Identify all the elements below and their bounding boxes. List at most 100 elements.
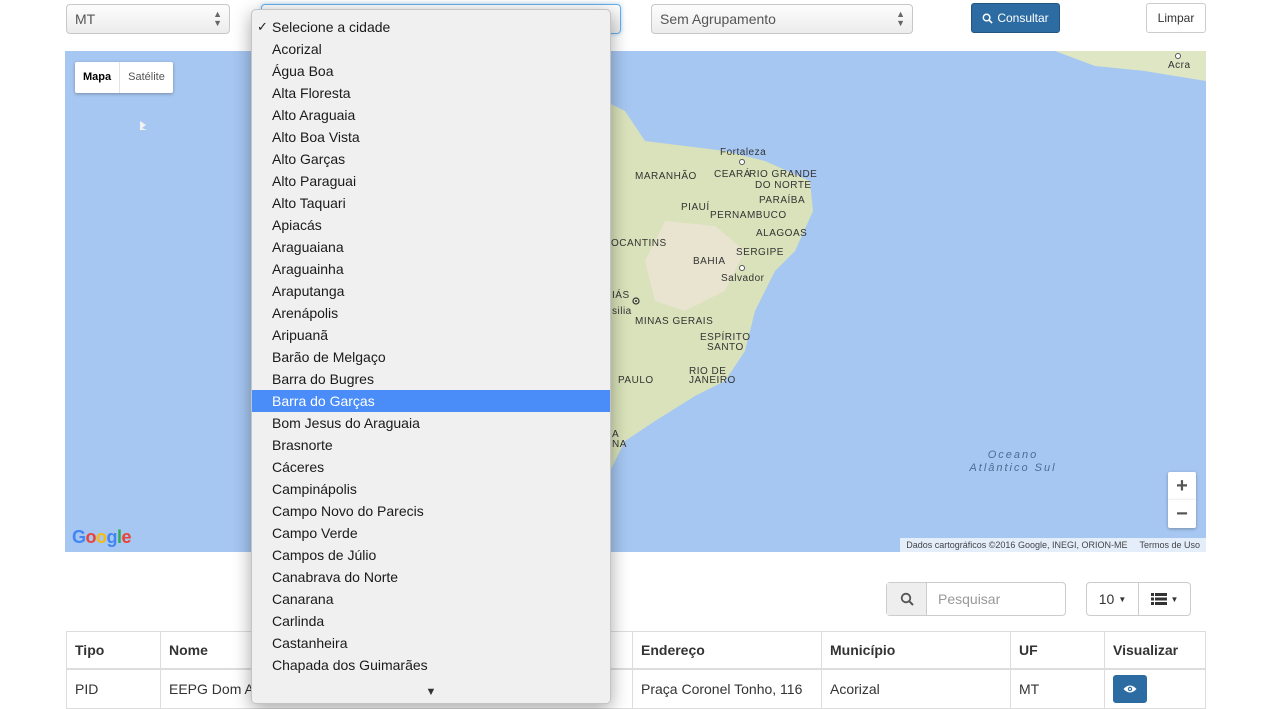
city-option[interactable]: Chapada dos Guimarães	[252, 654, 610, 676]
map-landmass	[140, 51, 1206, 552]
zoom-in-button[interactable]: +	[1168, 472, 1196, 500]
city-option-label: Campo Novo do Parecis	[272, 503, 424, 519]
map-label-rn-1: RIO GRANDE	[749, 169, 818, 180]
city-option[interactable]: Brasnorte	[252, 434, 610, 456]
city-option-label: Canarana	[272, 591, 334, 607]
uf-select[interactable]: MT ▲ ▼	[66, 4, 230, 34]
city-option-label: Araguainha	[272, 261, 344, 277]
city-option[interactable]: Aripuanã	[252, 324, 610, 346]
map-label-brasilia: silia	[612, 306, 632, 317]
consultar-button[interactable]: Consultar	[971, 3, 1060, 33]
city-option-label: Campinápolis	[272, 481, 357, 497]
city-option-label: Selecione a cidade	[272, 19, 391, 35]
map-label-ceara: CEARÁ	[714, 169, 751, 180]
map-label-pernambuco: PERNAMBUCO	[710, 210, 787, 221]
city-option[interactable]: Apiacás	[252, 214, 610, 236]
page-size-value: 10	[1098, 591, 1115, 607]
map-type-control[interactable]: Mapa Satélite	[75, 62, 173, 93]
city-option[interactable]: Alto Taquari	[252, 192, 610, 214]
check-icon: ✓	[257, 19, 268, 34]
zoom-out-button[interactable]: −	[1168, 500, 1196, 528]
city-option[interactable]: ✓ Selecione a cidade	[252, 16, 610, 38]
select-arrows-icon: ▲▼	[896, 9, 905, 28]
map-label-piaui: PIAUÍ	[681, 202, 710, 213]
select-arrows-icon: ▲▼	[213, 9, 222, 28]
city-option-label: Araputanga	[272, 283, 345, 299]
city-option-label: Canabrava do Norte	[272, 569, 399, 585]
columns-toggle-button[interactable]: ▼	[1138, 582, 1191, 616]
view-button[interactable]	[1113, 675, 1147, 703]
city-option[interactable]: Campo Verde	[252, 522, 610, 544]
city-option[interactable]: Alta Floresta	[252, 82, 610, 104]
map-label-paraiba: PARAÍBA	[759, 195, 806, 206]
city-option-label: Arenápolis	[272, 305, 339, 321]
city-option[interactable]: Canarana	[252, 588, 610, 610]
map-label-bahia: BAHIA	[693, 256, 726, 267]
city-option[interactable]: Araguainha	[252, 258, 610, 280]
city-option[interactable]: Carlinda	[252, 610, 610, 632]
map-terms-link[interactable]: Termos de Uso	[1139, 540, 1200, 550]
column-header-endereco[interactable]: Endereço	[632, 631, 822, 670]
city-option[interactable]: Bom Jesus do Araguaia	[252, 412, 610, 434]
map-label-sergipe: SERGIPE	[736, 247, 784, 258]
city-option[interactable]: Campo Novo do Parecis	[252, 500, 610, 522]
city-option[interactable]: Barra do Garças	[252, 390, 610, 412]
map-type-map-button[interactable]: Mapa	[75, 62, 121, 93]
city-option[interactable]: Campos de Júlio	[252, 544, 610, 566]
city-option[interactable]: Campinápolis	[252, 478, 610, 500]
map-label-alagoas: ALAGOAS	[756, 228, 808, 239]
city-option-label: Araguaiana	[272, 239, 344, 255]
list-icon	[1150, 593, 1167, 605]
map-type-satellite-button[interactable]: Satélite	[120, 62, 173, 93]
table-header-row: Tipo Nome Endereço Município UF Visualiz…	[66, 631, 1206, 670]
city-option[interactable]: Barão de Melgaço	[252, 346, 610, 368]
city-option[interactable]: Alto Boa Vista	[252, 126, 610, 148]
city-option[interactable]: Barra do Bugres	[252, 368, 610, 390]
city-option-label: Chapada dos Guimarães	[272, 657, 428, 673]
city-option[interactable]: Castanheira	[252, 632, 610, 654]
city-option-label: Barra do Bugres	[272, 371, 374, 387]
city-option[interactable]: Canabrava do Norte	[252, 566, 610, 588]
city-option[interactable]: Araputanga	[252, 280, 610, 302]
map-label-salvador: Salvador	[721, 273, 765, 284]
city-dropdown-list[interactable]: ✓ Selecione a cidade Acorizal Água Boa Alta …	[251, 9, 611, 704]
city-option-label: Campo Verde	[272, 525, 358, 541]
city-option[interactable]: Alto Araguaia	[252, 104, 610, 126]
cell-tipo: PID	[66, 668, 161, 709]
city-option[interactable]: Acorizal	[252, 38, 610, 60]
column-header-tipo[interactable]: Tipo	[66, 631, 161, 670]
map-label-minas-gerais: MINAS GERAIS	[635, 316, 714, 327]
city-option[interactable]: Alto Garças	[252, 148, 610, 170]
map-label-goias: IÁS	[612, 290, 630, 301]
map-label-ocean-2: Atlântico Sul	[969, 462, 1057, 474]
city-option[interactable]: Alto Paraguai	[252, 170, 610, 192]
map-label-ocean: Oceano Atlântico Sul	[961, 449, 1065, 475]
map-label-ocean-1: Oceano	[987, 449, 1039, 461]
map-label-rn-2: DO NORTE	[755, 180, 812, 191]
city-option-label: Barão de Melgaço	[272, 349, 386, 365]
city-option[interactable]: Araguaiana	[252, 236, 610, 258]
eye-icon	[1123, 685, 1137, 693]
column-header-visualizar: Visualizar	[1104, 631, 1206, 670]
map-label-es-2: SANTO	[707, 342, 744, 353]
limpar-button[interactable]: Limpar	[1146, 3, 1206, 33]
column-header-municipio[interactable]: Município	[821, 631, 1011, 670]
search-icon	[982, 13, 993, 24]
consultar-label: Consultar	[997, 11, 1049, 25]
city-option[interactable]: Cáceres	[252, 456, 610, 478]
city-option[interactable]: Água Boa	[252, 60, 610, 82]
city-option-label: Alta Floresta	[272, 85, 351, 101]
search-input[interactable]	[927, 583, 1060, 615]
group-select[interactable]: Sem Agrupamento ▲ ▼	[651, 4, 913, 34]
city-option[interactable]: Arenápolis	[252, 302, 610, 324]
scroll-down-arrow-icon[interactable]: ▼	[252, 681, 610, 703]
map-label-tocantins: OCANTINS	[611, 238, 667, 249]
caret-down-icon: ▼	[1118, 594, 1127, 604]
page-size-dropdown[interactable]: 10 ▼	[1086, 582, 1139, 616]
map[interactable]: Mapa Satélite Fortaleza MARANHÃO CEARÁ R…	[65, 51, 1206, 552]
column-header-uf[interactable]: UF	[1010, 631, 1105, 670]
search-icon	[900, 592, 914, 606]
city-option-label: Água Boa	[272, 63, 334, 79]
city-option-label: Campos de Júlio	[272, 547, 377, 563]
table-search[interactable]	[886, 582, 1066, 616]
